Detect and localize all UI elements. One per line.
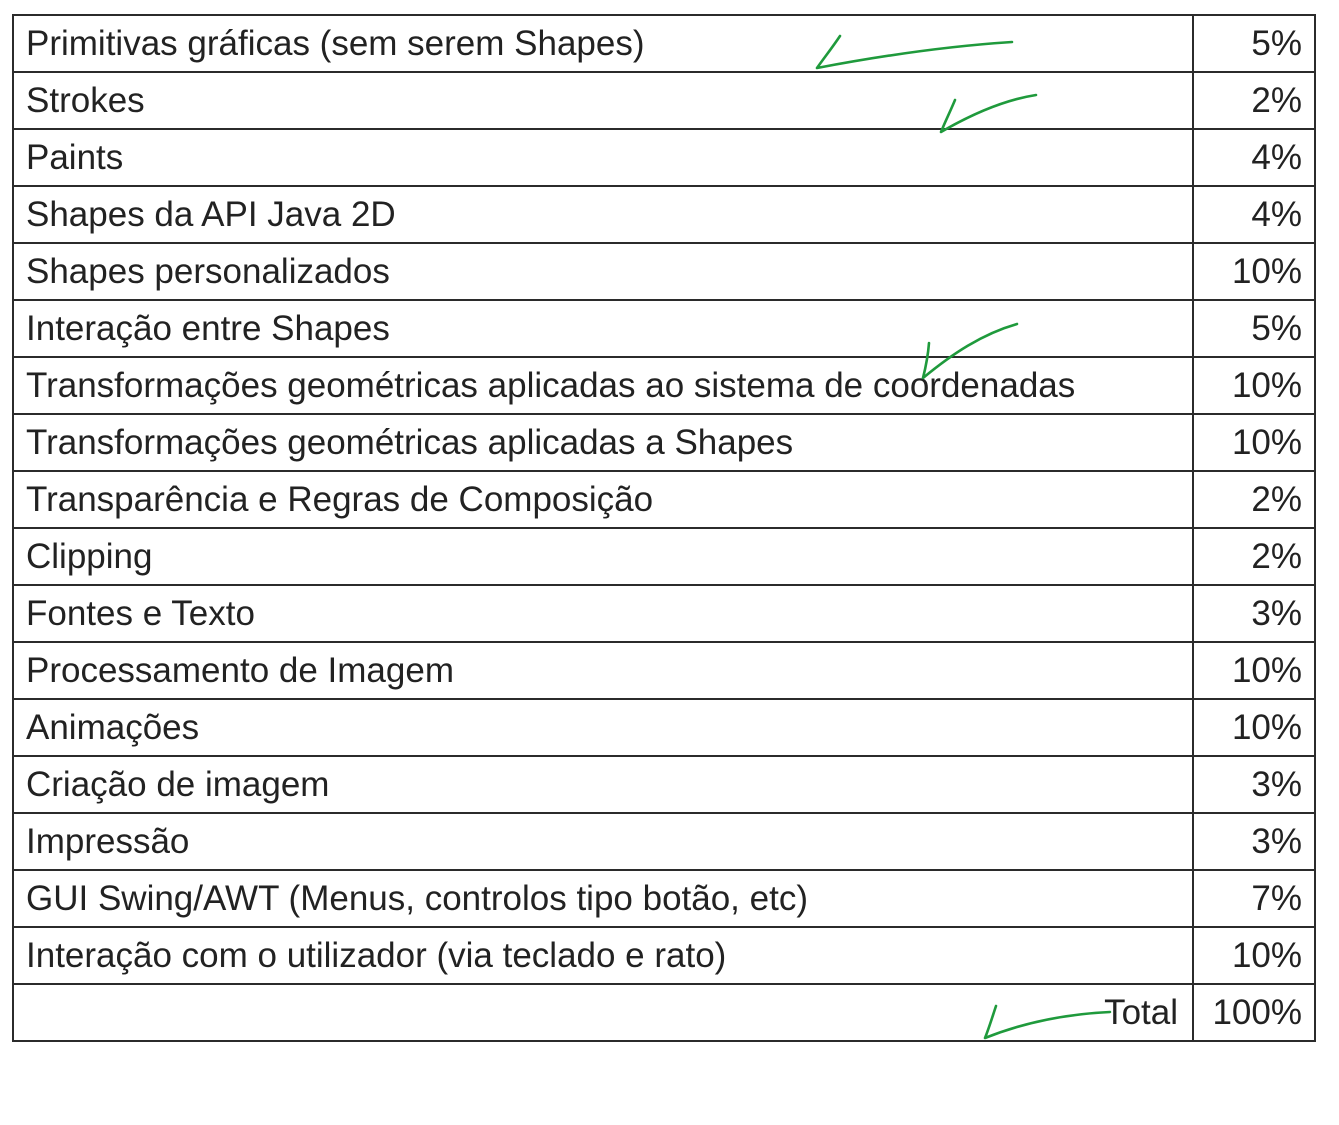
table-row: Processamento de Imagem 10% (12, 641, 1316, 700)
table-row: Shapes da API Java 2D 4% (12, 185, 1316, 244)
table-body: Primitivas gráficas (sem serem Shapes) 5… (12, 14, 1316, 1042)
topic-cell: Clipping (12, 527, 1194, 586)
weight-cell: 10% (1192, 356, 1316, 415)
table-row: Animações 10% (12, 698, 1316, 757)
weight-cell: 3% (1192, 584, 1316, 643)
table-row: Interação com o utilizador (via teclado … (12, 926, 1316, 985)
table-row: Criação de imagem 3% (12, 755, 1316, 814)
table-row: Strokes 2% (12, 71, 1316, 130)
topic-cell: Processamento de Imagem (12, 641, 1194, 700)
total-label: Total (12, 983, 1194, 1042)
weight-cell: 7% (1192, 869, 1316, 928)
table-row: Clipping 2% (12, 527, 1316, 586)
weight-cell: 4% (1192, 128, 1316, 187)
topic-cell: Transparência e Regras de Composição (12, 470, 1194, 529)
weight-cell: 5% (1192, 299, 1316, 358)
grading-table: Primitivas gráficas (sem serem Shapes) 5… (12, 14, 1316, 1042)
table-row: Transparência e Regras de Composição 2% (12, 470, 1316, 529)
weight-cell: 10% (1192, 926, 1316, 985)
topic-cell: Transformações geométricas aplicadas a S… (12, 413, 1194, 472)
topic-cell: Paints (12, 128, 1194, 187)
total-row: Total 100% (12, 983, 1316, 1042)
weight-cell: 4% (1192, 185, 1316, 244)
topic-cell: Primitivas gráficas (sem serem Shapes) (12, 14, 1194, 73)
table-row: Shapes personalizados 10% (12, 242, 1316, 301)
topic-cell: Impressão (12, 812, 1194, 871)
table-row: Impressão 3% (12, 812, 1316, 871)
weight-cell: 5% (1192, 14, 1316, 73)
topic-cell: Fontes e Texto (12, 584, 1194, 643)
table-row: Transformações geométricas aplicadas a S… (12, 413, 1316, 472)
weight-cell: 10% (1192, 242, 1316, 301)
topic-cell: Interação entre Shapes (12, 299, 1194, 358)
total-value: 100% (1192, 983, 1316, 1042)
weight-cell: 2% (1192, 527, 1316, 586)
table-row: GUI Swing/AWT (Menus, controlos tipo bot… (12, 869, 1316, 928)
topic-cell: GUI Swing/AWT (Menus, controlos tipo bot… (12, 869, 1194, 928)
topic-cell: Animações (12, 698, 1194, 757)
table-row: Fontes e Texto 3% (12, 584, 1316, 643)
topic-cell: Shapes da API Java 2D (12, 185, 1194, 244)
weight-cell: 3% (1192, 812, 1316, 871)
weight-cell: 2% (1192, 71, 1316, 130)
table-row: Transformações geométricas aplicadas ao … (12, 356, 1316, 415)
topic-cell: Interação com o utilizador (via teclado … (12, 926, 1194, 985)
topic-cell: Criação de imagem (12, 755, 1194, 814)
table-row: Primitivas gráficas (sem serem Shapes) 5… (12, 14, 1316, 73)
table-row: Paints 4% (12, 128, 1316, 187)
table-row: Interação entre Shapes 5% (12, 299, 1316, 358)
weight-cell: 10% (1192, 698, 1316, 757)
topic-cell: Strokes (12, 71, 1194, 130)
weight-cell: 10% (1192, 641, 1316, 700)
weight-cell: 10% (1192, 413, 1316, 472)
weight-cell: 3% (1192, 755, 1316, 814)
weight-cell: 2% (1192, 470, 1316, 529)
topic-cell: Transformações geométricas aplicadas ao … (12, 356, 1194, 415)
topic-cell: Shapes personalizados (12, 242, 1194, 301)
